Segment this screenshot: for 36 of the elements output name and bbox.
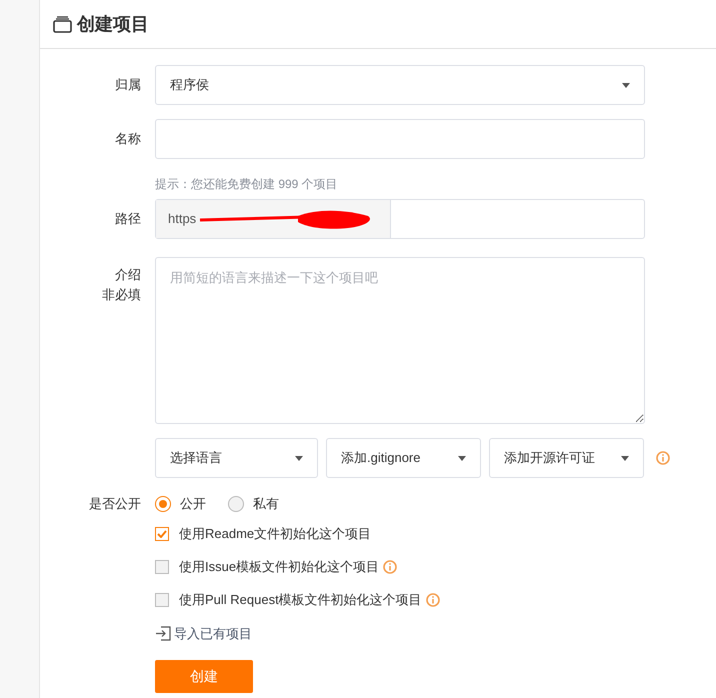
dropdown-select[interactable]: 添加.gitignore xyxy=(326,438,481,478)
radio-option[interactable]: 公开 xyxy=(155,494,206,514)
info-icon[interactable] xyxy=(656,451,670,465)
checkbox-option[interactable]: 使用Issue模板文件初始化这个项目 xyxy=(155,557,380,577)
caret-icon xyxy=(458,456,466,460)
box-icon xyxy=(53,16,73,32)
intro-textarea[interactable]: 用简短的语言来描述一下这个项目吧 xyxy=(155,257,645,424)
dropdown-select[interactable]: 添加开源许可证 xyxy=(489,438,644,478)
checkbox[interactable] xyxy=(155,593,169,607)
optional-label: 非必填 xyxy=(101,286,141,304)
caret-icon xyxy=(295,456,303,460)
field-label: 名称 xyxy=(115,131,141,146)
checkbox[interactable] xyxy=(155,527,169,541)
checkbox-option[interactable]: 使用Readme文件初始化这个项目 xyxy=(155,524,372,544)
owner-select[interactable]: 程序侯 xyxy=(155,65,645,105)
checkbox[interactable] xyxy=(155,560,169,574)
field-label: 归属 xyxy=(115,77,141,92)
caret-icon xyxy=(622,82,630,88)
field-label: 是否公开 xyxy=(89,496,141,512)
info-icon[interactable] xyxy=(426,593,440,607)
hint-text: 提示：您还能免费创建 999 个项目 xyxy=(155,177,338,191)
info-icon[interactable] xyxy=(383,560,398,574)
import-link[interactable]: 导入已有项目 xyxy=(155,624,252,644)
radio-button[interactable] xyxy=(228,496,244,512)
path-input[interactable]: https xyxy=(155,199,645,239)
checkbox-option[interactable]: 使用Pull Request模板文件初始化这个项目 xyxy=(155,590,422,610)
radio-button[interactable] xyxy=(155,496,171,512)
name-input[interactable] xyxy=(155,119,645,159)
radio-option[interactable]: 私有 xyxy=(228,494,279,514)
import-icon xyxy=(155,626,171,642)
field-label: 路径 xyxy=(115,211,141,226)
caret-icon xyxy=(621,456,629,460)
field-label: 介绍 xyxy=(114,266,141,284)
dropdown-select[interactable]: 选择语言 xyxy=(155,438,318,478)
page-title: 创建项目 xyxy=(77,12,149,36)
path-prefix: https xyxy=(156,200,391,238)
